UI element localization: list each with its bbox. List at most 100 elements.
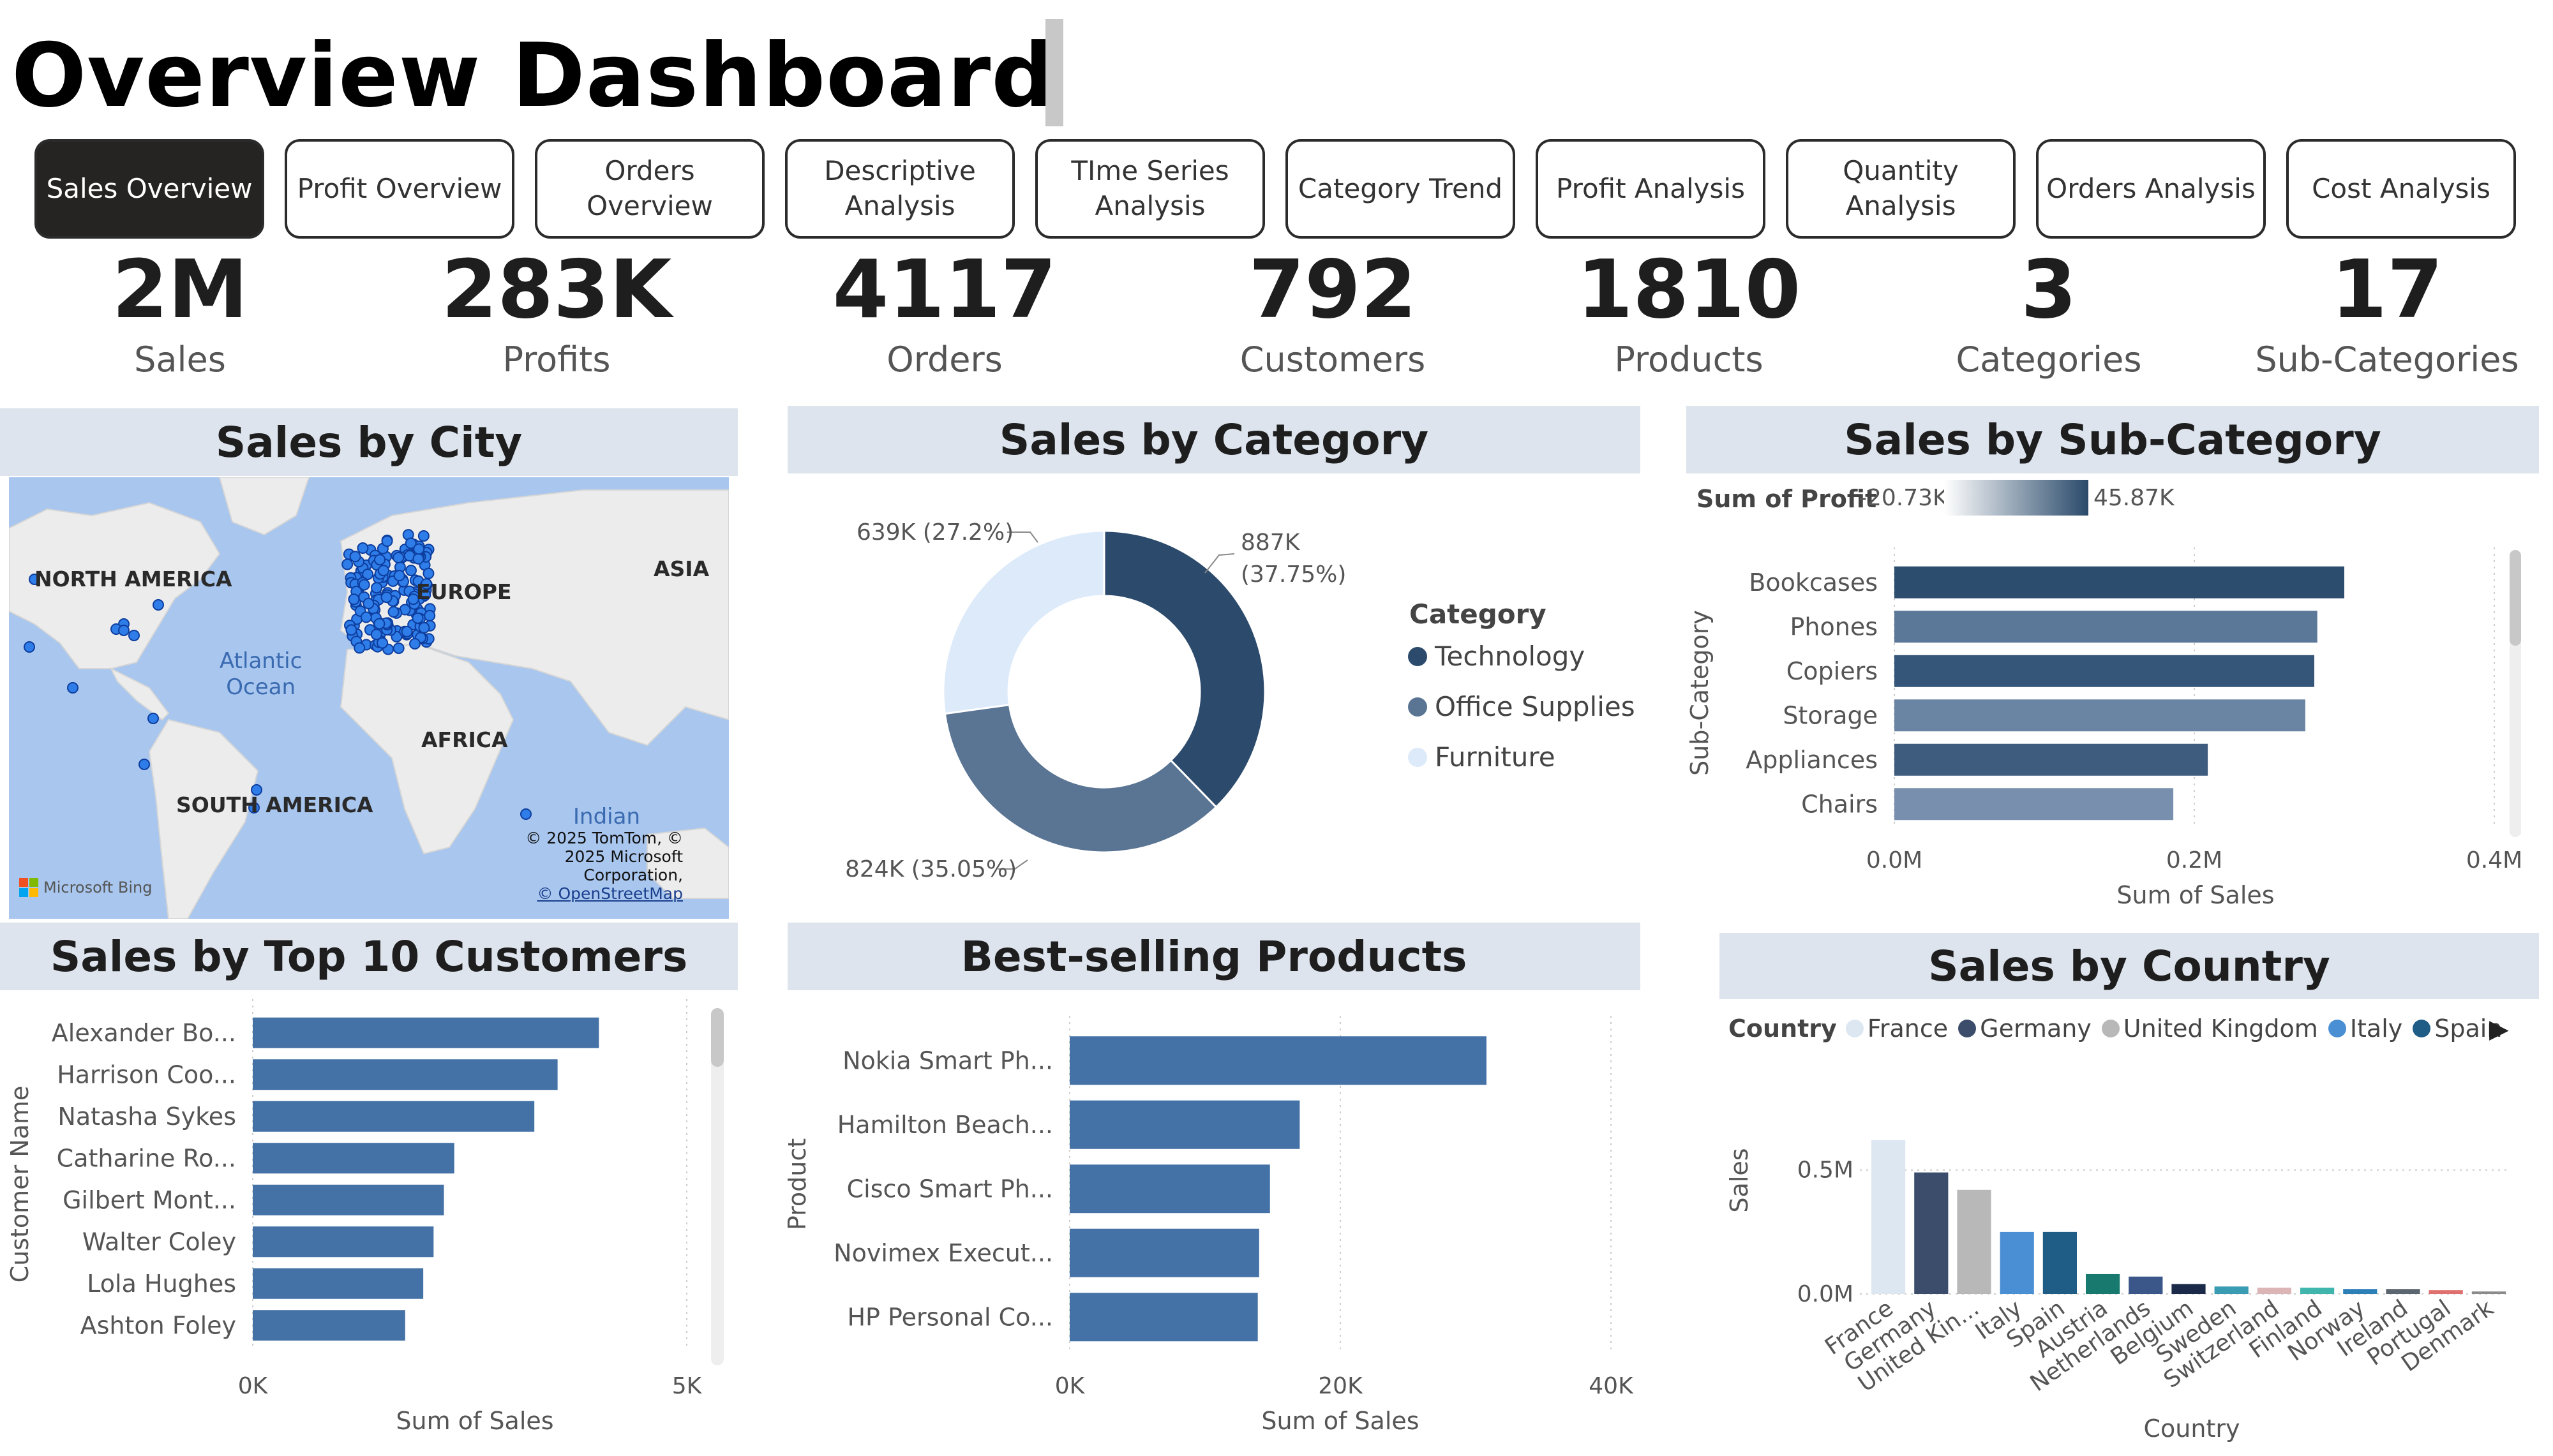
customers-bar-chart[interactable]: 0K 5K Alexander Bo... Harrison Coo... Natash… [0,995,738,1456]
city-point[interactable] [412,612,424,624]
cust-bar[interactable] [253,1268,424,1299]
country-bar-chart[interactable]: 0.5M0.0MFranceGermanyUnited Kin...ItalyS… [1719,1046,2539,1456]
city-point[interactable] [418,621,430,634]
cust-bar[interactable] [253,1059,558,1090]
tab-orders-analysis[interactable]: Orders Analysis [2036,139,2266,239]
city-point[interactable] [424,609,436,621]
country-bar[interactable] [2300,1288,2335,1294]
tab-time-series-analysis[interactable]: TIme Series Analysis [1035,139,1265,239]
country-bar[interactable] [2471,1291,2506,1294]
tab-quantity-analysis[interactable]: Quantity Analysis [1786,139,2016,239]
country-bar[interactable] [2000,1231,2034,1294]
city-point[interactable] [349,551,361,563]
city-point[interactable] [357,542,369,554]
subcat-bar[interactable] [1894,611,2317,643]
country-bar[interactable] [1914,1172,1949,1294]
tab-orders-overview[interactable]: Orders Overview [535,139,765,239]
city-point[interactable] [118,625,130,636]
legend-item-office-supplies[interactable]: Office Supplies [1408,691,1635,722]
prod-bar[interactable] [1070,1036,1486,1085]
country-bar[interactable] [2257,1288,2291,1294]
cust-bar[interactable] [253,1143,454,1174]
country-bar[interactable] [1871,1140,1906,1294]
city-point[interactable] [520,808,532,820]
city-point[interactable] [373,618,386,630]
resize-grip[interactable] [1045,19,1063,126]
city-point[interactable] [358,579,370,591]
city-point[interactable] [128,630,140,641]
prod-bar[interactable] [1070,1100,1300,1149]
tab-cost-analysis[interactable]: Cost Analysis [2286,139,2516,239]
country-legend-item[interactable]: Italy [2328,1014,2402,1043]
city-point[interactable] [348,593,360,605]
city-point[interactable] [363,597,375,609]
city-map[interactable]: NORTH AMERICA EUROPE ASIA AFRICA SOUTH A… [9,477,729,919]
country-bar[interactable] [2129,1276,2163,1294]
city-point[interactable] [371,582,383,594]
country-bar[interactable] [2429,1290,2463,1294]
prod-bar[interactable] [1070,1228,1259,1277]
city-point[interactable] [354,642,366,654]
city-point[interactable] [67,682,79,694]
cust-bar[interactable] [253,1310,405,1341]
country-bar[interactable] [2042,1231,2077,1294]
country-bar[interactable] [2086,1274,2120,1294]
donut-slice-office-supplies[interactable] [943,703,1218,854]
prod-bar[interactable] [1070,1293,1258,1342]
country-bar[interactable] [2386,1289,2420,1294]
city-point[interactable] [417,530,430,542]
city-point[interactable] [393,570,405,582]
tab-descriptive-analysis[interactable]: Descriptive Analysis [785,139,1015,239]
subcategory-bar-chart[interactable]: 0.0M 0.2M 0.4M Bookcases Phones Copiers Storag… [1686,530,2539,919]
country-bar[interactable] [2343,1289,2377,1294]
city-point[interactable] [423,567,435,579]
city-point[interactable] [401,625,413,637]
city-point[interactable] [341,558,354,570]
subcategory-scrollbar-thumb[interactable] [2510,550,2521,646]
city-point[interactable] [147,713,159,724]
products-bar-chart[interactable]: 0K 20K 40K Nokia Smart Ph... Hamilton Beach.… [788,995,1640,1456]
city-point[interactable] [413,543,425,555]
city-point[interactable] [139,759,150,770]
city-point[interactable] [381,535,393,547]
tab-category-trend[interactable]: Category Trend [1285,139,1515,239]
cust-bar[interactable] [253,1101,535,1132]
prod-bar[interactable] [1070,1164,1270,1214]
legend-next-icon[interactable]: ▶ [2489,1014,2509,1044]
country-legend-item[interactable]: United Kingdom [2101,1014,2318,1043]
city-point[interactable] [405,565,417,577]
subcat-bar[interactable] [1894,566,2344,598]
country-bar[interactable] [1957,1189,1991,1294]
country-bar[interactable] [2214,1286,2249,1294]
city-point[interactable] [153,599,164,611]
city-point[interactable] [412,553,424,565]
city-point[interactable] [377,565,389,577]
customers-scrollbar-thumb[interactable] [711,1008,724,1067]
city-point[interactable] [374,554,386,566]
cust-bar[interactable] [253,1184,444,1215]
tab-sales-overview[interactable]: Sales Overview [34,139,264,239]
city-point[interactable] [393,551,405,563]
country-bar[interactable] [2171,1284,2206,1294]
openstreetmap-link[interactable]: © OpenStreetMap [523,884,683,903]
city-point[interactable] [345,624,357,636]
city-point[interactable] [24,641,35,653]
city-point[interactable] [360,611,372,623]
country-legend-item[interactable]: France [1845,1014,1948,1043]
subcat-bar[interactable] [1894,699,2305,732]
legend-item-furniture[interactable]: Furniture [1408,741,1635,773]
city-point[interactable] [409,638,421,650]
tab-profit-analysis[interactable]: Profit Analysis [1536,139,1765,239]
cust-bar[interactable] [253,1017,599,1048]
tab-profit-overview[interactable]: Profit Overview [285,139,514,239]
cust-bar[interactable] [253,1226,434,1258]
subcat-bar[interactable] [1894,655,2314,687]
subcat-bar[interactable] [1894,743,2208,776]
legend-item-technology[interactable]: Technology [1408,641,1635,672]
city-point[interactable] [387,606,400,618]
city-point[interactable] [377,637,389,649]
subcat-bar[interactable] [1894,788,2174,821]
city-point[interactable] [380,591,393,604]
donut-slice-furniture[interactable] [942,530,1105,715]
city-point[interactable] [393,642,405,654]
